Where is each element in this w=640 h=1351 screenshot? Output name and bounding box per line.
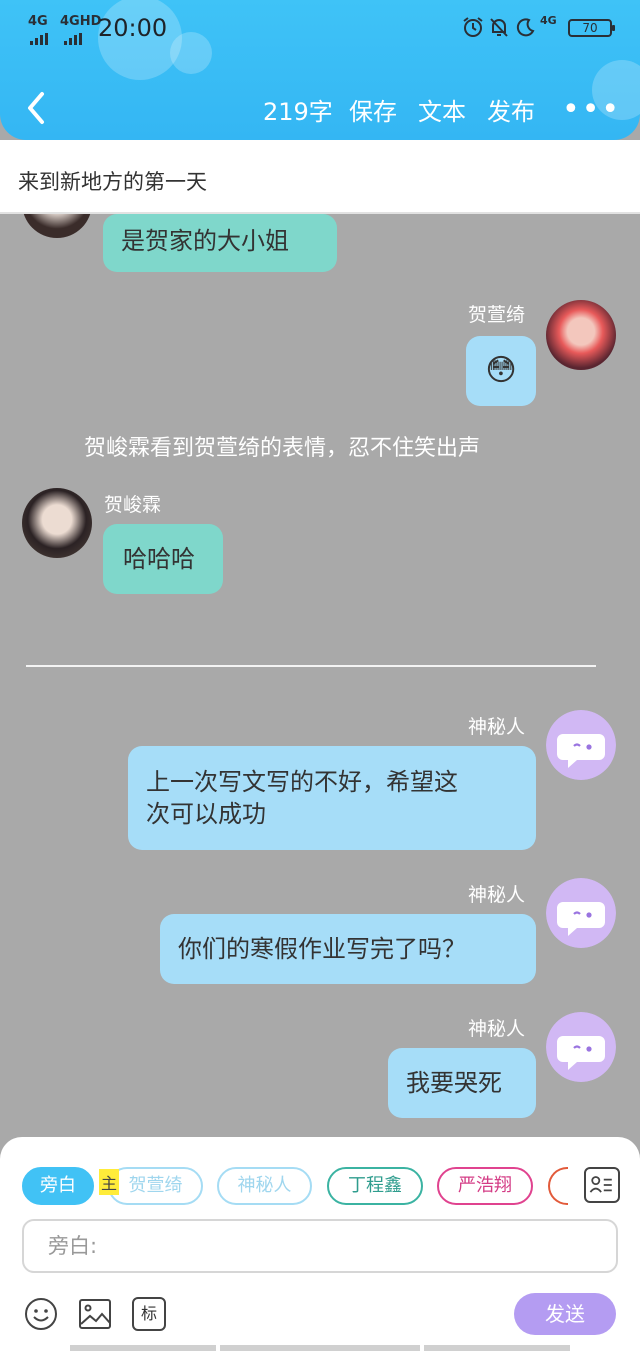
signal-bars-icon: [64, 26, 84, 45]
speaker-name: 神秘人: [468, 884, 526, 906]
avatar[interactable]: [22, 488, 92, 558]
mute-bell-icon: [490, 18, 508, 37]
battery-icon: 70: [568, 19, 615, 37]
main-role-badge: 主: [99, 1169, 120, 1195]
message-text: 你们的寒假作业写完了吗？: [178, 935, 466, 963]
message-input[interactable]: [24, 1221, 616, 1271]
emoji-icon[interactable]: [24, 1297, 58, 1331]
nav-indicator: [424, 1345, 570, 1351]
word-count: 219字: [263, 98, 333, 126]
message-text: 是贺家的大小姐: [121, 227, 289, 255]
message-bubble[interactable]: 是贺家的大小姐: [103, 214, 337, 272]
save-button[interactable]: 保存: [349, 92, 397, 127]
alarm-icon: [463, 17, 483, 37]
speaker-name: 贺峻霖: [104, 494, 162, 516]
message-text-line: 上一次写文写的不好，希望这: [146, 768, 458, 796]
signal-bars-icon: [30, 26, 50, 45]
message-bubble[interactable]: 哈哈哈: [103, 524, 223, 594]
chip-role-shenmi[interactable]: 神秘人: [217, 1167, 312, 1205]
speaker-name: 神秘人: [468, 716, 526, 738]
chip-role-xuanqi[interactable]: 贺萱绮: [108, 1167, 203, 1205]
chip-role-next-partial[interactable]: [548, 1167, 568, 1205]
image-icon[interactable]: [78, 1297, 112, 1331]
mystery-chat-icon[interactable]: [546, 878, 616, 948]
net-badge: 4G: [540, 14, 557, 27]
composer-panel: 旁白 主 贺萱绮 神秘人 丁程鑫 严浩翔 标 发送: [0, 1137, 640, 1351]
text-button[interactable]: 文本: [418, 92, 466, 127]
scene-divider: [26, 665, 596, 667]
message-text: 哈哈哈: [123, 545, 195, 573]
status-bar: 4G 4GHD 20:00 4G 70: [0, 0, 640, 60]
back-arrow-icon[interactable]: [22, 88, 52, 128]
story-title[interactable]: 来到新地方的第一天: [18, 166, 207, 196]
speaker-name: 神秘人: [468, 1018, 526, 1040]
narration-text[interactable]: 贺峻霖看到贺萱绮的表情，忍不住笑出声: [84, 430, 480, 462]
mystery-chat-icon[interactable]: [546, 1012, 616, 1082]
message-bubble[interactable]: 我要哭死: [388, 1048, 536, 1118]
message-input-box[interactable]: [22, 1219, 618, 1273]
avatar[interactable]: [546, 300, 616, 370]
more-button[interactable]: •••: [562, 92, 621, 127]
story-title-bar: 来到新地方的第一天: [0, 140, 640, 214]
chip-narrator[interactable]: 旁白: [22, 1167, 94, 1205]
moon-icon: [516, 18, 535, 37]
send-button[interactable]: 发送: [514, 1293, 616, 1335]
message-text: 我要哭死: [406, 1069, 502, 1097]
chip-role-ding[interactable]: 丁程鑫: [327, 1167, 423, 1205]
contact-card-icon[interactable]: [584, 1167, 620, 1203]
clock: 20:00: [98, 14, 168, 42]
chat-area[interactable]: 是贺家的大小姐 贺萱绮 😳 贺峻霖看到贺萱绮的表情，忍不住笑出声 贺峻霖 哈哈哈…: [0, 168, 640, 1146]
flushed-emoji-icon: 😳: [485, 353, 517, 388]
message-text-line: 次可以成功: [146, 800, 266, 828]
message-bubble[interactable]: 上一次写文写的不好，希望这 次可以成功: [128, 746, 536, 850]
app-header: 4G 4GHD 20:00 4G 70 219字 保存 文本 发布 •••: [0, 0, 640, 140]
message-bubble[interactable]: 你们的寒假作业写完了吗？: [160, 914, 536, 984]
message-bubble[interactable]: 😳: [466, 336, 536, 406]
nav-indicator: [220, 1345, 420, 1351]
publish-button[interactable]: 发布: [487, 92, 535, 127]
mystery-chat-icon[interactable]: [546, 710, 616, 780]
nav-indicator: [70, 1345, 216, 1351]
chip-role-yan[interactable]: 严浩翔: [437, 1167, 533, 1205]
tag-button[interactable]: 标: [132, 1297, 166, 1331]
speaker-name: 贺萱绮: [468, 304, 526, 326]
